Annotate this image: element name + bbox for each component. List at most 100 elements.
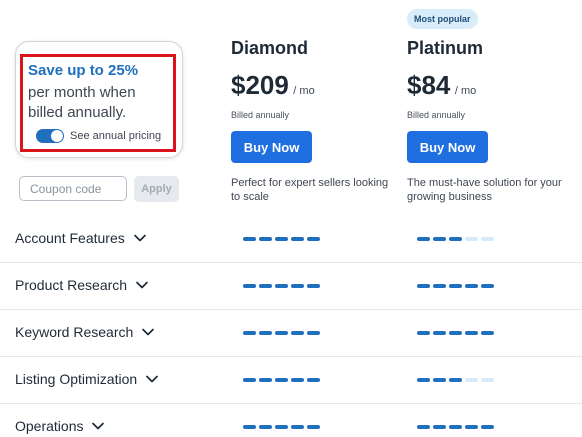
- level-bar: [481, 331, 494, 335]
- level-bar: [275, 331, 288, 335]
- level-bar: [291, 237, 304, 241]
- level-bar: [449, 331, 462, 335]
- feature-label-text: Account Features: [15, 230, 125, 246]
- feature-label-text: Keyword Research: [15, 324, 134, 340]
- level-bar: [449, 378, 462, 382]
- feature-level-platinum: [417, 284, 494, 288]
- level-bar: [465, 237, 478, 241]
- level-bar: [291, 425, 304, 429]
- plan-description: The must-have solution for your growing …: [407, 177, 562, 203]
- level-bar: [465, 378, 478, 382]
- feature-level-diamond: [243, 425, 320, 429]
- feature-row[interactable]: Account Features: [0, 216, 582, 263]
- pricing-page: Save up to 25% per month when billed ann…: [0, 0, 582, 437]
- chevron-down-icon[interactable]: [145, 372, 159, 386]
- level-bar: [275, 425, 288, 429]
- level-bar: [433, 425, 446, 429]
- level-bar: [259, 331, 272, 335]
- plan-price: $209 / mo: [231, 70, 315, 101]
- feature-level-diamond: [243, 378, 320, 382]
- price-amount: $209: [231, 70, 289, 100]
- level-bar: [291, 284, 304, 288]
- level-bar: [291, 331, 304, 335]
- level-bar: [259, 378, 272, 382]
- feature-row[interactable]: Operations: [0, 404, 582, 437]
- level-bar: [307, 237, 320, 241]
- level-bar: [417, 331, 430, 335]
- feature-label[interactable]: Listing Optimization: [15, 371, 159, 387]
- level-bar: [307, 284, 320, 288]
- feature-label[interactable]: Keyword Research: [15, 324, 155, 340]
- level-bar: [433, 331, 446, 335]
- level-bar: [307, 378, 320, 382]
- buy-now-button-diamond[interactable]: Buy Now: [231, 131, 312, 163]
- feature-level-diamond: [243, 237, 320, 241]
- level-bar: [449, 237, 462, 241]
- savings-title: Save up to 25%: [28, 62, 139, 79]
- annual-pricing-label: See annual pricing: [70, 130, 162, 142]
- level-bar: [417, 237, 430, 241]
- feature-row[interactable]: Product Research: [0, 263, 582, 310]
- feature-level-diamond: [243, 284, 320, 288]
- level-bar: [417, 378, 430, 382]
- level-bar: [481, 237, 494, 241]
- most-popular-badge: Most popular: [407, 9, 478, 29]
- feature-level-platinum: [417, 237, 494, 241]
- level-bar: [449, 284, 462, 288]
- feature-level-platinum: [417, 378, 494, 382]
- level-bar: [433, 237, 446, 241]
- feature-label[interactable]: Account Features: [15, 230, 147, 246]
- level-bar: [259, 237, 272, 241]
- level-bar: [243, 237, 256, 241]
- level-bar: [433, 378, 446, 382]
- annual-pricing-toggle-row[interactable]: See annual pricing: [36, 129, 161, 143]
- billing-note: Billed annually: [231, 110, 290, 120]
- plan-name: Platinum: [407, 38, 484, 58]
- chevron-down-icon[interactable]: [135, 278, 149, 292]
- feature-level-platinum: [417, 331, 494, 335]
- chevron-down-icon[interactable]: [141, 325, 155, 339]
- level-bar: [243, 331, 256, 335]
- level-bar: [307, 331, 320, 335]
- level-bar: [465, 331, 478, 335]
- feature-row[interactable]: Keyword Research: [0, 310, 582, 357]
- level-bar: [307, 425, 320, 429]
- feature-label-text: Product Research: [15, 277, 128, 293]
- feature-level-platinum: [417, 425, 494, 429]
- savings-description: per month when billed annually.: [28, 84, 136, 121]
- level-bar: [259, 425, 272, 429]
- plan-name: Diamond: [231, 38, 309, 58]
- level-bar: [243, 284, 256, 288]
- price-amount: $84: [407, 70, 451, 100]
- chevron-down-icon[interactable]: [133, 231, 147, 245]
- feature-label-text: Listing Optimization: [15, 371, 138, 387]
- level-bar: [275, 284, 288, 288]
- level-bar: [433, 284, 446, 288]
- chevron-down-icon[interactable]: [91, 419, 105, 433]
- level-bar: [259, 284, 272, 288]
- level-bar: [243, 425, 256, 429]
- toggle-knob: [51, 130, 63, 142]
- feature-level-diamond: [243, 331, 320, 335]
- level-bar: [481, 425, 494, 429]
- price-period: / mo: [293, 85, 315, 97]
- buy-now-button-platinum[interactable]: Buy Now: [407, 131, 488, 163]
- plan-price: $84 / mo: [407, 70, 476, 101]
- coupon-code-input[interactable]: [19, 176, 127, 201]
- annual-pricing-toggle[interactable]: [36, 129, 64, 143]
- feature-label[interactable]: Operations: [15, 418, 105, 434]
- feature-row[interactable]: Listing Optimization: [0, 357, 582, 404]
- price-period: / mo: [454, 85, 477, 97]
- level-bar: [481, 284, 494, 288]
- level-bar: [481, 378, 494, 382]
- level-bar: [291, 378, 304, 382]
- level-bar: [449, 425, 462, 429]
- feature-label[interactable]: Product Research: [15, 277, 149, 293]
- level-bar: [243, 378, 256, 382]
- level-bar: [465, 284, 478, 288]
- level-bar: [417, 425, 430, 429]
- plan-description: Perfect for expert sellers looking to sc…: [231, 177, 389, 203]
- billing-note: Billed annually: [407, 110, 466, 120]
- level-bar: [275, 378, 288, 382]
- apply-coupon-button[interactable]: Apply: [134, 176, 179, 202]
